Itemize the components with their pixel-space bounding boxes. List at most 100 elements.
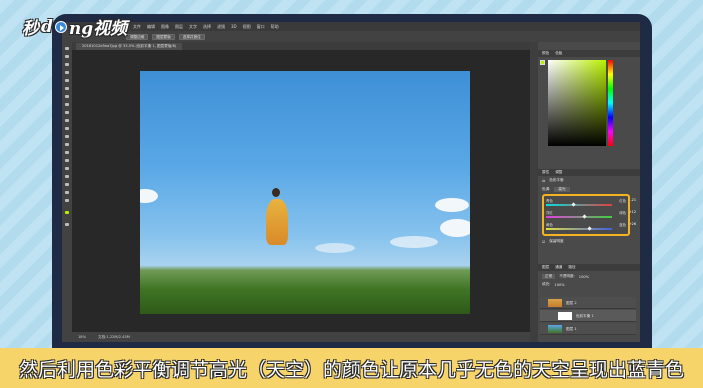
collapsed-panel-icons <box>530 42 538 342</box>
cloud <box>390 236 438 248</box>
tab-layers[interactable]: 图层 <box>542 265 549 270</box>
opacity-label: 不透明度: <box>559 274 575 278</box>
tools-panel <box>62 42 72 342</box>
stamp-tool-icon[interactable] <box>64 110 70 115</box>
blend-row: 正常 不透明度: 100% <box>542 273 634 280</box>
canvas-area[interactable] <box>72 50 530 332</box>
tone-select[interactable]: 高光 <box>554 187 570 192</box>
tab-swatches[interactable]: 色板 <box>555 51 562 56</box>
color-balance-icon: ⚖ <box>542 178 546 183</box>
brush-tool-icon[interactable] <box>64 102 70 107</box>
history-brush-tool-icon[interactable] <box>64 118 70 123</box>
menu-help[interactable]: 帮助 <box>271 24 279 30</box>
layer-thumbnail <box>548 325 562 333</box>
menu-view[interactable]: 视图 <box>243 24 251 30</box>
woman-figure-dress <box>266 199 288 245</box>
slider-value[interactable]: -21 <box>630 198 636 202</box>
cloud <box>315 243 355 253</box>
layer-row[interactable]: 图层 2 <box>540 297 636 309</box>
blend-mode-select[interactable]: 正常 <box>542 274 556 279</box>
lasso-tool-icon[interactable] <box>64 62 70 67</box>
tab-properties[interactable]: 属性 <box>542 170 549 175</box>
layers-panel-tabs: 图层 通道 路径 <box>538 264 640 271</box>
tab-paths[interactable]: 路径 <box>568 265 575 270</box>
tone-label: 色调: <box>542 187 551 191</box>
woman-figure-head <box>272 188 280 197</box>
highlight-box <box>542 194 630 236</box>
pen-tool-icon[interactable] <box>64 158 70 163</box>
fill-value[interactable]: 100% <box>554 283 564 287</box>
cloud <box>435 198 469 212</box>
properties-title-row: ⚖ 色彩平衡 <box>542 177 634 184</box>
play-icon <box>54 20 67 33</box>
quick-select-tool-icon[interactable] <box>64 70 70 75</box>
move-tool-icon[interactable] <box>64 46 70 51</box>
document-tab[interactable]: 20181012d5ea7jpg @ 33.5% (色彩平衡 1, 图层蒙版/8… <box>76 43 183 50</box>
blur-tool-icon[interactable] <box>64 142 70 147</box>
fill-label: 填充: <box>542 282 551 286</box>
layer-mask-button[interactable]: 图层蒙版 <box>152 33 175 40</box>
menu-file[interactable]: 文件 <box>133 24 141 30</box>
opacity-value[interactable]: 100% <box>579 275 589 279</box>
menu-window[interactable]: 窗口 <box>257 24 265 30</box>
color-picker-field[interactable] <box>548 60 606 146</box>
hand-tool-icon[interactable] <box>64 190 70 195</box>
menu-3d[interactable]: 3D <box>231 24 237 29</box>
shape-tool-icon[interactable] <box>64 182 70 187</box>
type-tool-icon[interactable] <box>64 166 70 171</box>
zoom-readout[interactable]: 18% <box>78 335 86 339</box>
preserve-checkbox[interactable]: ☑ <box>542 240 545 244</box>
document-photo[interactable] <box>140 71 470 314</box>
logo-text-1: 秒 <box>22 19 39 39</box>
zoom-tool-icon[interactable] <box>64 198 70 203</box>
healing-tool-icon[interactable] <box>64 94 70 99</box>
hue-slider[interactable] <box>608 60 613 146</box>
options-bar: 调整边缘 图层蒙版 选择并遮住 <box>62 31 640 42</box>
menu-filter[interactable]: 滤镜 <box>217 24 225 30</box>
cloud <box>440 219 470 237</box>
subtitle-text: 然后利用色彩平衡调节高光（天空）的颜色让原本几乎无色的天空呈现出蓝青色 <box>18 358 684 381</box>
tab-channels[interactable]: 通道 <box>555 265 562 270</box>
refine-edge-button[interactable]: 调整边缘 <box>126 33 149 40</box>
menu-select[interactable]: 选择 <box>203 24 211 30</box>
site-logo: 秒 d ng视频 <box>22 14 128 40</box>
subtitle-bar: 然后利用色彩平衡调节高光（天空）的颜色让原本几乎无色的天空呈现出蓝青色 <box>0 348 703 388</box>
status-bar: 18% 文档:1.22M/2.43M <box>72 332 530 342</box>
menu-type[interactable]: 文字 <box>189 24 197 30</box>
photoshop-window: PS 文件 编辑 图像 图层 文字 选择 滤镜 3D 视图 窗口 帮助 调整边缘… <box>62 22 640 342</box>
gradient-tool-icon[interactable] <box>64 134 70 139</box>
layer-thumbnail <box>548 299 562 307</box>
color-panel-tabs: 颜色 色板 <box>538 50 640 57</box>
fill-row: 填充: 100% <box>542 281 634 288</box>
layer-row[interactable]: 图层 1 <box>540 323 636 335</box>
layer-name[interactable]: 图层 1 <box>566 327 577 332</box>
tab-adjustments[interactable]: 调整 <box>555 170 562 175</box>
layer-name[interactable]: 色彩平衡 1 <box>576 314 594 319</box>
select-mask-button[interactable]: 选择并遮住 <box>178 33 205 40</box>
preserve-label: 保留明度 <box>549 239 564 243</box>
right-panels: 颜色 色板 属性 调整 ⚖ 色彩平衡 色调: 高光 青色 红色 -21 洋红 绿… <box>538 42 640 342</box>
properties-panel-tabs: 属性 调整 <box>538 169 640 176</box>
layer-name[interactable]: 图层 2 <box>566 301 577 306</box>
preserve-luminosity-row: ☑ 保留明度 <box>542 238 634 245</box>
quick-mask-icon[interactable] <box>64 222 70 227</box>
marquee-tool-icon[interactable] <box>64 54 70 59</box>
cloud <box>140 189 158 203</box>
document-tab-bar: 20181012d5ea7jpg @ 33.5% (色彩平衡 1, 图层蒙版/8… <box>72 42 530 50</box>
logo-text-2: d <box>41 16 53 37</box>
menu-layer[interactable]: 图层 <box>175 24 183 30</box>
menu-bar: PS 文件 编辑 图像 图层 文字 选择 滤镜 3D 视图 窗口 帮助 <box>62 22 640 31</box>
logo-text-3: ng视频 <box>68 19 128 39</box>
dodge-tool-icon[interactable] <box>64 150 70 155</box>
layer-row[interactable]: 色彩平衡 1 <box>540 310 636 322</box>
menu-image[interactable]: 图像 <box>161 24 169 30</box>
menu-edit[interactable]: 编辑 <box>147 24 155 30</box>
crop-tool-icon[interactable] <box>64 78 70 83</box>
color-swatches-icon[interactable] <box>64 210 70 215</box>
tab-color[interactable]: 颜色 <box>542 51 549 56</box>
path-select-tool-icon[interactable] <box>64 174 70 179</box>
eraser-tool-icon[interactable] <box>64 126 70 131</box>
eyedropper-tool-icon[interactable] <box>64 86 70 91</box>
foreground-color-swatch[interactable] <box>540 60 545 65</box>
document-size: 文档:1.22M/2.43M <box>98 334 130 339</box>
